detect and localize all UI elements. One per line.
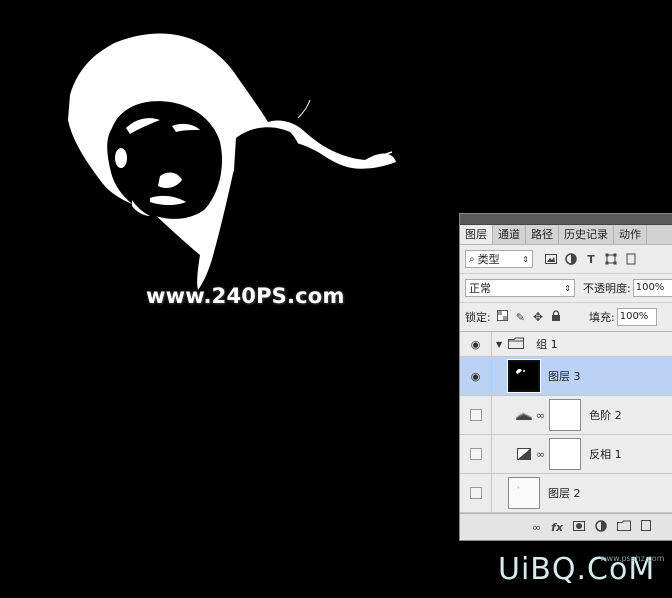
filter-row: ⌕ 类型 ⇕ T	[460, 245, 672, 273]
layer-row-layer-3[interactable]: ◉ 图层 3	[460, 357, 672, 396]
layer-name: 组 1	[536, 338, 558, 351]
fill-label: 填充:	[589, 311, 615, 324]
visibility-toggle[interactable]: ◉	[460, 357, 492, 395]
visibility-toggle[interactable]	[460, 435, 492, 473]
layer-row-invert-1[interactable]: ∞ 反相 1	[460, 435, 672, 474]
layers-panel: 图层 通道 路径 历史记录 动作 ⌕ 类型 ⇕ T 正常 ⇕ 不透明度: 100…	[459, 213, 672, 541]
layer-row-levels-2[interactable]: ∞ 色阶 2	[460, 396, 672, 435]
layer-thumbnail	[507, 359, 541, 393]
visibility-toggle[interactable]	[460, 474, 492, 512]
filter-icons: T	[545, 253, 637, 266]
lock-row: 锁定: ✎ ✥ 填充: 100%	[460, 302, 672, 331]
smart-object-filter-icon[interactable]	[625, 253, 637, 265]
hidden-checkbox	[469, 487, 482, 499]
eye-icon: ◉	[470, 337, 481, 351]
tab-paths[interactable]: 路径	[526, 225, 559, 244]
blend-mode-select[interactable]: 正常 ⇕	[465, 279, 575, 297]
filter-type-label: 类型	[477, 253, 500, 266]
lock-all-icon[interactable]	[551, 309, 561, 325]
new-adjustment-icon[interactable]	[595, 519, 607, 535]
fx-icon[interactable]: fx	[551, 521, 563, 534]
layer-list: ◉ ▼ 组 1 ◉ 图层 3 ∞ 色阶 2 ∞ 反相 1 图层 2	[460, 331, 672, 513]
image-filter-icon[interactable]	[545, 253, 557, 265]
lock-position-icon[interactable]: ✥	[533, 310, 543, 324]
hidden-checkbox	[469, 448, 482, 460]
add-mask-icon[interactable]	[573, 520, 586, 534]
tab-history[interactable]: 历史记录	[559, 225, 614, 244]
filter-type-select[interactable]: ⌕ 类型 ⇕	[465, 250, 533, 268]
triangle-down-icon[interactable]: ▼	[496, 340, 502, 349]
shape-filter-icon[interactable]	[605, 253, 617, 265]
invert-icon	[516, 447, 532, 461]
eye-icon: ◉	[470, 369, 481, 383]
layer-name: 反相 1	[589, 448, 622, 461]
layer-mask-thumbnail[interactable]	[549, 438, 582, 470]
link-layers-icon[interactable]: ∞	[532, 521, 541, 534]
tab-actions[interactable]: 动作	[614, 225, 647, 244]
layer-name: 色阶 2	[589, 409, 622, 422]
blend-mode-value: 正常	[469, 282, 491, 295]
visibility-toggle[interactable]: ◉	[460, 332, 492, 356]
opacity-input[interactable]: 100%	[632, 279, 672, 297]
panel-title-bar[interactable]	[460, 214, 672, 225]
hidden-checkbox	[469, 409, 482, 421]
search-icon: ⌕	[469, 253, 475, 265]
folder-icon	[508, 337, 525, 352]
adjustment-filter-icon[interactable]	[565, 253, 577, 265]
levels-icon	[516, 408, 532, 422]
layer-row-group-1[interactable]: ◉ ▼ 组 1	[460, 332, 672, 357]
layer-name: 图层 3	[548, 370, 581, 383]
panel-bottom-bar: ∞ fx	[460, 513, 672, 540]
lock-image-pixels-icon[interactable]: ✎	[516, 311, 525, 324]
link-icon[interactable]: ∞	[536, 448, 545, 461]
lock-transparent-pixels-icon[interactable]	[496, 310, 508, 324]
panel-tabs: 图层 通道 路径 历史记录 动作	[460, 225, 672, 245]
lock-label: 锁定:	[465, 311, 491, 324]
layer-row-layer-2[interactable]: 图层 2	[460, 474, 672, 513]
blend-row: 正常 ⇕ 不透明度: 100%	[460, 273, 672, 302]
link-icon[interactable]: ∞	[536, 409, 545, 422]
brand-url: www.psahz.com	[600, 554, 665, 563]
tab-channels[interactable]: 通道	[493, 225, 526, 244]
layer-name: 图层 2	[548, 487, 581, 500]
layer-mask-thumbnail[interactable]	[549, 399, 582, 431]
fill-input[interactable]: 100%	[616, 308, 657, 326]
new-group-icon[interactable]	[617, 520, 632, 534]
new-layer-icon[interactable]	[641, 520, 652, 534]
layer-thumbnail	[508, 477, 540, 509]
visibility-toggle[interactable]	[460, 396, 492, 434]
type-filter-icon[interactable]: T	[585, 253, 597, 266]
chevron-updown-icon: ⇕	[522, 254, 529, 264]
chevron-updown-icon: ⇕	[564, 283, 571, 293]
opacity-label: 不透明度:	[583, 282, 631, 295]
tab-layers[interactable]: 图层	[460, 225, 493, 244]
watermark-text: www.240PS.com	[146, 284, 345, 308]
